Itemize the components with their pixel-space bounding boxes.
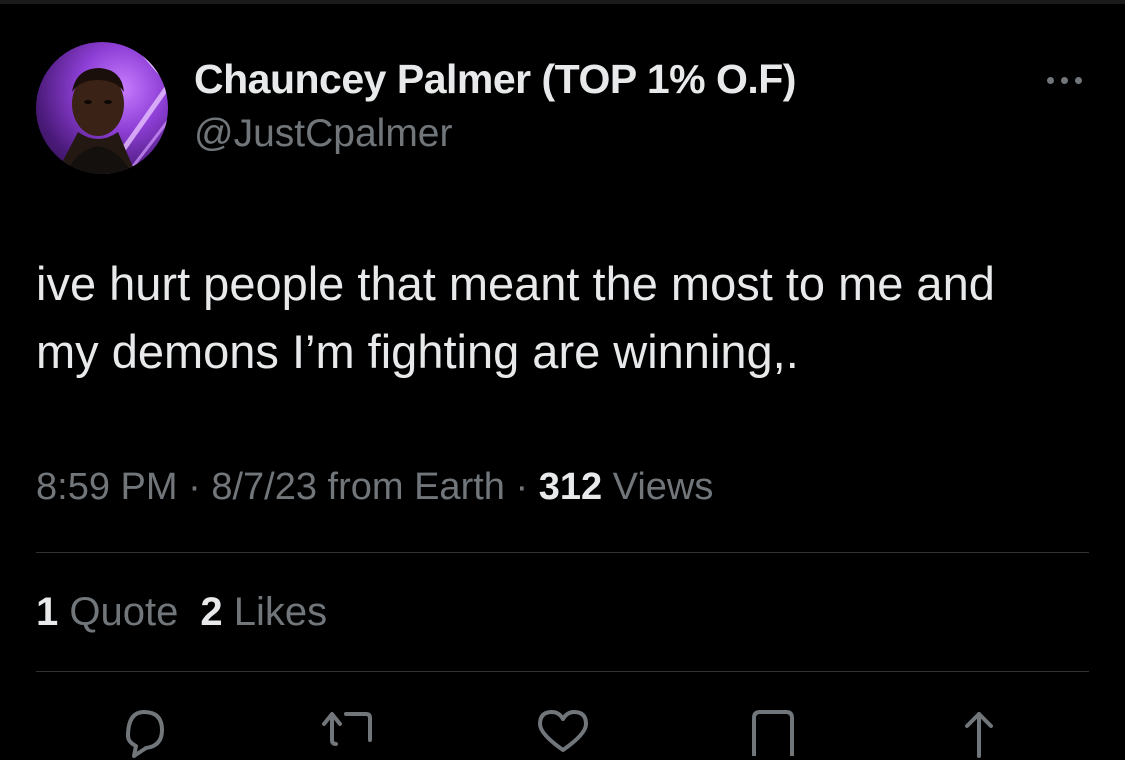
likes-stat[interactable]: 2 Likes — [200, 590, 327, 634]
quotes-stat[interactable]: 1 Quote — [36, 590, 178, 634]
tweet-date[interactable]: 8/7/23 — [211, 466, 317, 508]
top-border — [0, 0, 1125, 4]
divider — [36, 552, 1089, 553]
tweet-meta: 8:59 PM · 8/7/23 from Earth · 312 Views — [36, 466, 713, 509]
divider — [36, 671, 1089, 672]
meta-separator: · — [504, 466, 539, 508]
retweet-icon[interactable] — [310, 700, 380, 760]
engagement-stats: 1 Quote 2 Likes — [36, 590, 327, 635]
more-dot — [1074, 76, 1082, 84]
more-dot — [1060, 76, 1068, 84]
tweet-source: from Earth — [316, 466, 505, 508]
share-icon[interactable] — [944, 700, 1014, 760]
tweet-text: ive hurt people that meant the most to m… — [36, 257, 995, 378]
views-count: 312 — [538, 466, 603, 508]
bookmark-icon[interactable] — [738, 700, 808, 760]
likes-count: 2 — [200, 590, 223, 634]
more-icon[interactable] — [1036, 64, 1092, 96]
author-handle[interactable]: @JustCpalmer — [194, 112, 453, 156]
heart-icon[interactable] — [528, 700, 598, 760]
views-label: Views — [602, 466, 714, 508]
author-display-name[interactable]: Chauncey Palmer (TOP 1% O.F) — [194, 56, 796, 103]
quotes-label: Quote — [58, 590, 179, 634]
tweet-time[interactable]: 8:59 PM — [36, 466, 178, 508]
likes-label: Likes — [222, 590, 328, 634]
reply-icon[interactable] — [108, 700, 178, 760]
more-dot — [1046, 76, 1054, 84]
quotes-count: 1 — [36, 590, 59, 634]
meta-separator: · — [177, 466, 212, 508]
avatar[interactable] — [36, 42, 168, 174]
